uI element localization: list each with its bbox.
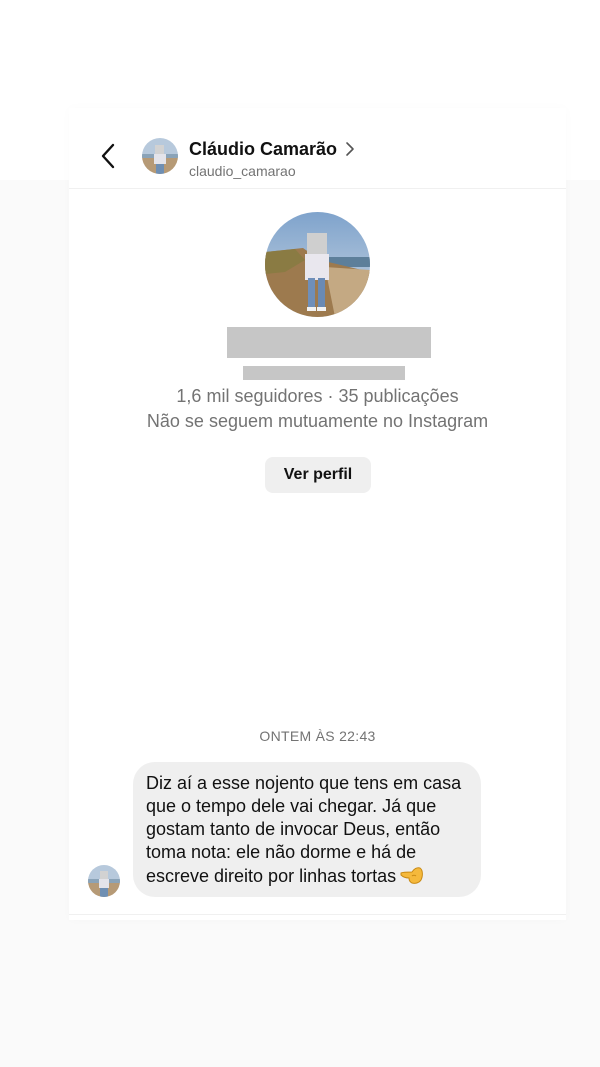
contact-name[interactable]: Cláudio Camarão (189, 139, 337, 160)
message-sender-avatar[interactable] (88, 865, 120, 897)
contact-username: claudio_camarao (189, 163, 296, 179)
view-profile-button[interactable]: Ver perfil (265, 457, 371, 493)
chat-panel: Cláudio Camarão claudio_camarao 1,6 mil … (69, 108, 566, 920)
panel-divider (69, 914, 566, 915)
chat-header: Cláudio Camarão claudio_camarao (69, 108, 566, 189)
message-bubble[interactable]: Diz aí a esse nojento que tens em casa q… (133, 762, 481, 897)
redacted-username (243, 366, 405, 380)
profile-stats: 1,6 mil seguidores · 35 publicações (176, 386, 459, 406)
back-button[interactable] (94, 141, 124, 171)
hand-pointing-left-emoji-icon (400, 864, 424, 886)
chevron-right-icon[interactable] (343, 141, 357, 157)
header-avatar[interactable] (142, 138, 178, 174)
message-text: Diz aí a esse nojento que tens em casa q… (146, 773, 467, 886)
mutual-follow-status: Não se seguem mutuamente no Instagram (146, 411, 489, 431)
redacted-full-name (227, 327, 431, 358)
chevron-left-icon (101, 143, 115, 169)
message-timestamp: ONTEM ÀS 22:43 (259, 728, 376, 744)
profile-avatar[interactable] (265, 212, 370, 317)
